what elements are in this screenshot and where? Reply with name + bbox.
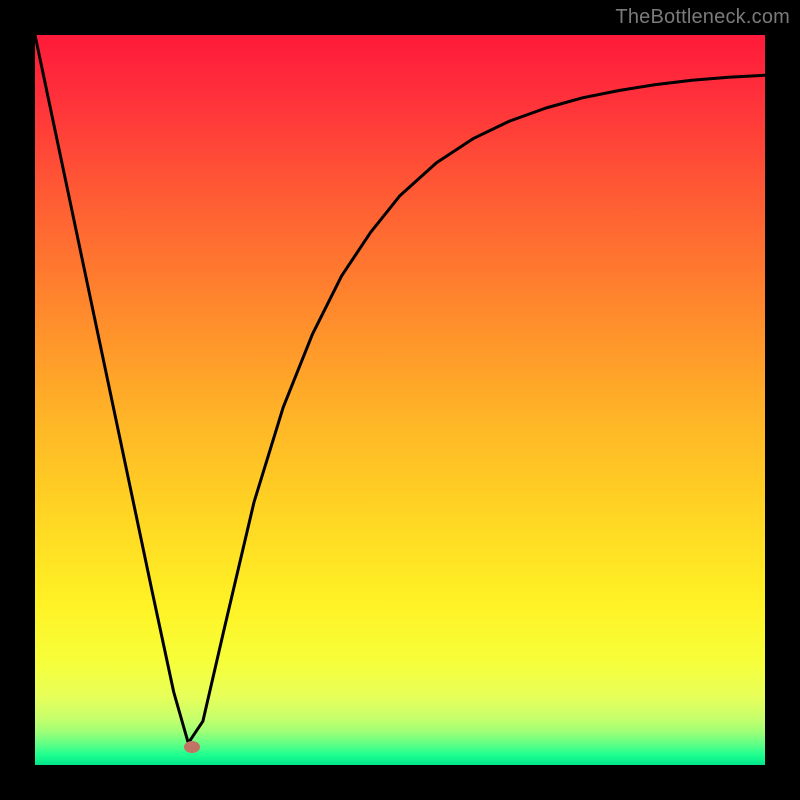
background-gradient [35, 35, 765, 765]
chart-marker-dot [184, 741, 200, 753]
chart-frame: TheBottleneck.com [0, 0, 800, 800]
watermark-text: TheBottleneck.com [615, 6, 790, 29]
plot-area [35, 35, 765, 765]
